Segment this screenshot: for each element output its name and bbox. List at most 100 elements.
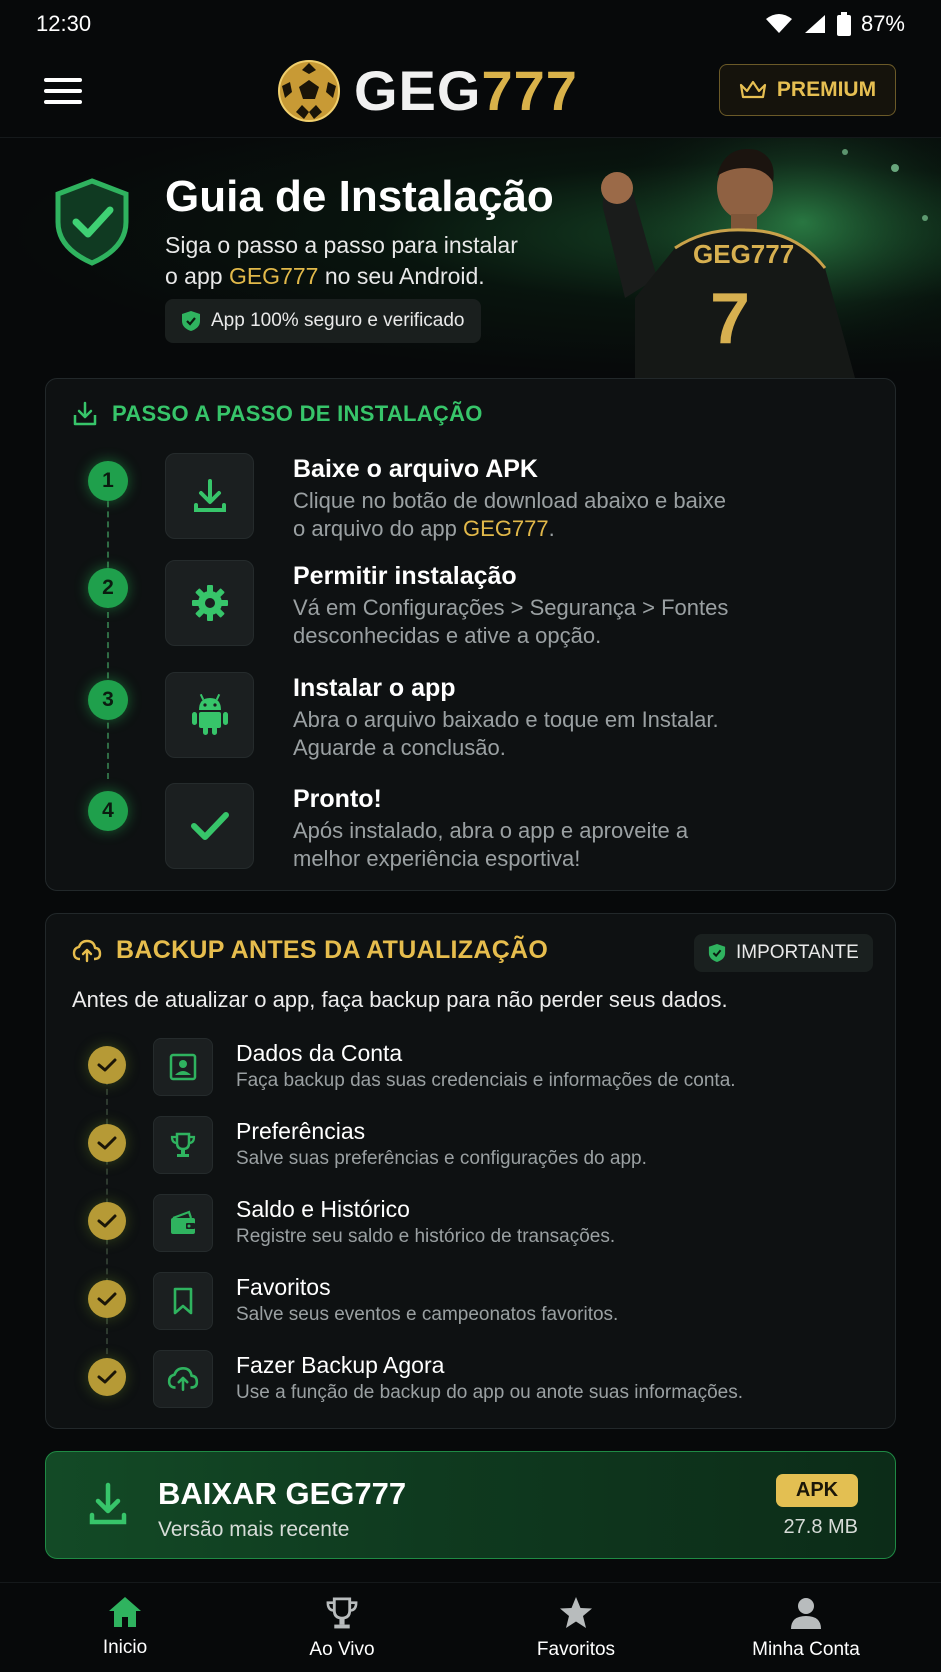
check-circle-icon xyxy=(88,1202,126,1240)
download-box-icon xyxy=(73,401,97,426)
hero-banner: Guia de Instalação Siga o passo a passo … xyxy=(0,138,941,378)
step-item: 3 Instalar o app Abra o arquivo baixado … xyxy=(46,672,897,762)
download-icon xyxy=(89,1482,127,1525)
menu-icon xyxy=(44,78,82,82)
step-description: Abra o arquivo baixado e toque em Instal… xyxy=(293,707,719,760)
backup-intro-text: Antes de atualizar o app, faça backup pa… xyxy=(72,987,728,1012)
step-number: 2 xyxy=(88,568,128,608)
battery-icon xyxy=(836,12,851,36)
backup-item-description: Use a função de backup do app ou anote s… xyxy=(236,1382,744,1403)
backup-card-header: BACKUP ANTES DA ATUALIZAÇÃO xyxy=(72,936,548,965)
backup-card-title: BACKUP ANTES DA ATUALIZAÇÃO xyxy=(116,936,549,964)
shield-icon xyxy=(708,944,726,962)
steps-card-title: PASSO A PASSO DE INSTALAÇÃO xyxy=(112,401,483,426)
download-subtitle: Versão mais recente xyxy=(158,1518,350,1541)
jersey-name: GEG777 xyxy=(693,239,794,269)
check-icon xyxy=(190,812,229,840)
status-time: 12:30 xyxy=(36,11,92,36)
important-badge: IMPORTANTE xyxy=(694,934,873,972)
step-description: Clique no botão de download abaixo e bai… xyxy=(293,488,726,541)
download-icon xyxy=(193,479,226,512)
premium-button[interactable]: PREMIUM xyxy=(719,64,896,116)
check-circle-icon xyxy=(88,1124,126,1162)
check-circle-icon xyxy=(88,1046,126,1084)
gear-icon xyxy=(191,585,228,621)
wallet-icon xyxy=(171,1210,195,1234)
signal-icon xyxy=(804,15,825,33)
step-item: 2 Permitir instalação Vá em Configuraçõe… xyxy=(46,560,897,650)
backup-icon-tile xyxy=(153,1272,213,1330)
download-apk-button[interactable]: BAIXAR GEG777 Versão mais recente APK 27… xyxy=(45,1451,896,1559)
step-title: Instalar o app xyxy=(293,674,456,702)
steps-card-header: PASSO A PASSO DE INSTALAÇÃO xyxy=(72,401,483,427)
premium-label: PREMIUM xyxy=(776,78,877,101)
backup-item-title: Fazer Backup Agora xyxy=(236,1352,445,1378)
shield-check-icon xyxy=(55,178,129,266)
account-icon xyxy=(169,1053,197,1081)
step-icon-tile xyxy=(165,672,254,758)
step-number: 4 xyxy=(88,791,128,831)
download-title: BAIXAR GEG777 xyxy=(158,1476,407,1511)
backup-icon-tile xyxy=(153,1194,213,1252)
check-circle-icon xyxy=(88,1358,126,1396)
check-circle-icon xyxy=(88,1280,126,1318)
step-item: 4 Pronto! Após instalado, abra o app e a… xyxy=(46,783,897,873)
backup-item: Favoritos Salve seus eventos e campeonat… xyxy=(46,1272,897,1342)
step-item: 1 Baixe o arquivo APK Clique no botão de… xyxy=(46,453,897,543)
step-number: 1 xyxy=(88,461,128,501)
backup-item-title: Saldo e Histórico xyxy=(236,1196,410,1222)
cloud-upload-icon xyxy=(167,1367,199,1391)
backup-item-title: Preferências xyxy=(236,1118,366,1144)
trophy-icon xyxy=(326,1597,358,1629)
status-icons: 87% xyxy=(765,11,905,37)
menu-button[interactable] xyxy=(44,74,82,108)
backup-item: Saldo e Histórico Registre seu saldo e h… xyxy=(46,1194,897,1264)
trophy-icon xyxy=(170,1132,196,1157)
backup-item-title: Dados da Conta xyxy=(236,1040,403,1066)
jersey-number: 7 xyxy=(710,279,750,359)
nav-item-inicio[interactable]: Inicio xyxy=(60,1583,190,1672)
step-description: Após instalado, abra o app e aproveite a… xyxy=(293,818,689,871)
home-icon xyxy=(109,1597,141,1627)
backup-item-title: Favoritos xyxy=(236,1274,331,1300)
step-title: Permitir instalação xyxy=(293,562,517,590)
nav-item-ao-vivo[interactable]: Ao Vivo xyxy=(277,1583,407,1672)
step-icon-tile xyxy=(165,453,254,539)
step-description: Vá em Configurações > Segurança > Fontes… xyxy=(293,595,729,648)
app-header: GEG777 PREMIUM xyxy=(0,48,941,138)
battery-level: 87% xyxy=(860,11,905,36)
app-logo[interactable]: GEG777 xyxy=(278,58,578,123)
bottom-navigation: Inicio Ao Vivo Favoritos Minha Conta xyxy=(0,1582,941,1672)
step-title: Baixe o arquivo APK xyxy=(293,455,538,483)
backup-item: Fazer Backup Agora Use a função de backu… xyxy=(46,1350,897,1420)
android-icon xyxy=(191,694,228,735)
backup-item-description: Registre seu saldo e histórico de transa… xyxy=(236,1226,616,1247)
apk-badge: APK xyxy=(776,1474,858,1507)
file-size: 27.8 MB xyxy=(783,1516,858,1538)
user-icon xyxy=(791,1598,821,1629)
nav-item-minha-conta[interactable]: Minha Conta xyxy=(736,1583,876,1672)
bookmark-icon xyxy=(173,1287,193,1315)
backup-item: Preferências Salve suas preferências e c… xyxy=(46,1116,897,1186)
backup-item-description: Salve suas preferências e configurações … xyxy=(236,1148,647,1169)
backup-item-description: Faça backup das suas credenciais e infor… xyxy=(236,1070,736,1091)
safe-badge: App 100% seguro e verificado xyxy=(165,299,481,343)
step-icon-tile xyxy=(165,783,254,869)
cloud-upload-icon xyxy=(72,939,102,962)
nav-item-favoritos[interactable]: Favoritos xyxy=(511,1583,641,1672)
page-title: Guia de Instalação xyxy=(165,172,554,221)
step-number: 3 xyxy=(88,680,128,720)
logo-wordmark: GEG777 xyxy=(354,59,578,122)
step-title: Pronto! xyxy=(293,785,382,813)
installation-steps-card: PASSO A PASSO DE INSTALAÇÃO 1 Baixe o ar… xyxy=(45,378,896,891)
status-bar: 12:30 87% xyxy=(0,0,941,48)
step-icon-tile xyxy=(165,560,254,646)
wifi-icon xyxy=(765,14,792,33)
soccer-ball-icon xyxy=(278,59,340,122)
hero-subtitle: Siga o passo a passo para instalar o app… xyxy=(165,232,518,289)
backup-item-description: Salve seus eventos e campeonatos favorit… xyxy=(236,1304,619,1325)
shield-icon xyxy=(182,311,200,331)
backup-card: BACKUP ANTES DA ATUALIZAÇÃO IMPORTANTE A… xyxy=(45,913,896,1429)
star-icon xyxy=(560,1597,592,1628)
backup-icon-tile xyxy=(153,1038,213,1096)
